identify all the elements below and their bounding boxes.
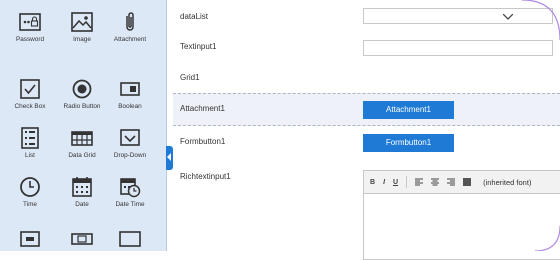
tool-checkbox[interactable]: Check Box <box>5 78 55 110</box>
tool-date-time[interactable]: Date Time <box>105 176 155 208</box>
checkbox-icon <box>20 79 40 99</box>
calendar-icon <box>72 177 92 197</box>
password-icon <box>19 13 41 31</box>
tool-label: Date Time <box>115 201 145 208</box>
align-left-icon[interactable] <box>415 178 424 186</box>
tool-time[interactable]: Time <box>5 176 55 208</box>
bold-button[interactable]: B <box>370 179 375 186</box>
toolbar-divider <box>406 176 408 188</box>
tool-label: Attachment <box>113 36 147 43</box>
field-label-datalist: dataList <box>180 12 209 21</box>
tool-password[interactable]: Password <box>5 11 55 43</box>
align-right-icon[interactable] <box>447 178 456 186</box>
dropdown-icon <box>120 129 140 146</box>
toggle-icon <box>120 82 140 96</box>
tool-label: Date <box>75 201 89 208</box>
richtext-editor[interactable]: B I U (inherited font) <box>363 170 560 260</box>
italic-button[interactable]: I <box>383 179 385 186</box>
control-palette: Password Image Attachment Check Box Radi… <box>0 0 167 251</box>
tool-panel[interactable] <box>105 229 155 251</box>
list-icon <box>21 127 39 149</box>
tool-image[interactable]: Image <box>57 11 107 43</box>
textbox-icon <box>20 231 40 247</box>
richtext-toolbar: B I U (inherited font) <box>364 171 560 194</box>
field-label-attachment: Attachment1 <box>180 104 225 113</box>
align-justify-icon[interactable] <box>463 178 472 186</box>
field-label-textinput: Textinput1 <box>180 42 217 51</box>
tool-label: Image <box>73 36 91 43</box>
radio-icon <box>72 79 92 99</box>
tool-radio[interactable]: Radio Button <box>57 78 107 110</box>
underline-button[interactable]: U <box>393 179 398 186</box>
button-icon <box>71 233 93 245</box>
tool-label: Drop-Down <box>113 152 147 159</box>
tool-label: Time <box>23 201 37 208</box>
tool-label: List <box>25 152 35 159</box>
tool-label: Check Box <box>14 103 46 110</box>
tool-label: Boolean <box>118 103 142 110</box>
field-label-grid: Grid1 <box>180 73 200 82</box>
chevron-down-icon <box>503 14 513 20</box>
tool-attachment[interactable]: Attachment <box>105 11 155 43</box>
collapse-palette-button[interactable] <box>166 146 173 170</box>
tool-textbox[interactable] <box>5 229 55 251</box>
tool-boolean[interactable]: Boolean <box>105 78 155 110</box>
tool-label: Data Grid <box>68 152 96 159</box>
clock-icon <box>20 177 40 197</box>
tool-data-grid[interactable]: Data Grid <box>57 127 107 159</box>
image-icon <box>71 12 93 32</box>
form-button[interactable]: Formbutton1 <box>363 134 454 152</box>
paperclip-icon <box>126 12 134 31</box>
field-label-formbutton: Formbutton1 <box>180 137 226 146</box>
tool-date[interactable]: Date <box>57 176 107 208</box>
tool-label: Password <box>15 36 45 43</box>
tool-dropdown[interactable]: Drop-Down <box>105 127 155 159</box>
attachment-button[interactable]: Attachment1 <box>363 101 454 119</box>
align-center-icon[interactable] <box>431 178 440 186</box>
form-canvas: dataList Textinput1 Grid1 Attachment1 At… <box>173 0 560 260</box>
textinput-field[interactable] <box>363 40 553 56</box>
field-label-richtext: Richtextinput1 <box>180 172 231 181</box>
panel-icon <box>119 231 141 247</box>
datalist-select[interactable] <box>363 8 553 24</box>
tool-label: Radio Button <box>63 103 101 110</box>
grid-icon <box>71 131 93 146</box>
tool-list[interactable]: List <box>5 127 55 159</box>
tool-button[interactable] <box>57 229 107 251</box>
chevron-left-icon <box>167 153 171 161</box>
font-family-select[interactable]: (inherited font) <box>483 178 531 187</box>
calendar-clock-icon <box>120 178 141 198</box>
